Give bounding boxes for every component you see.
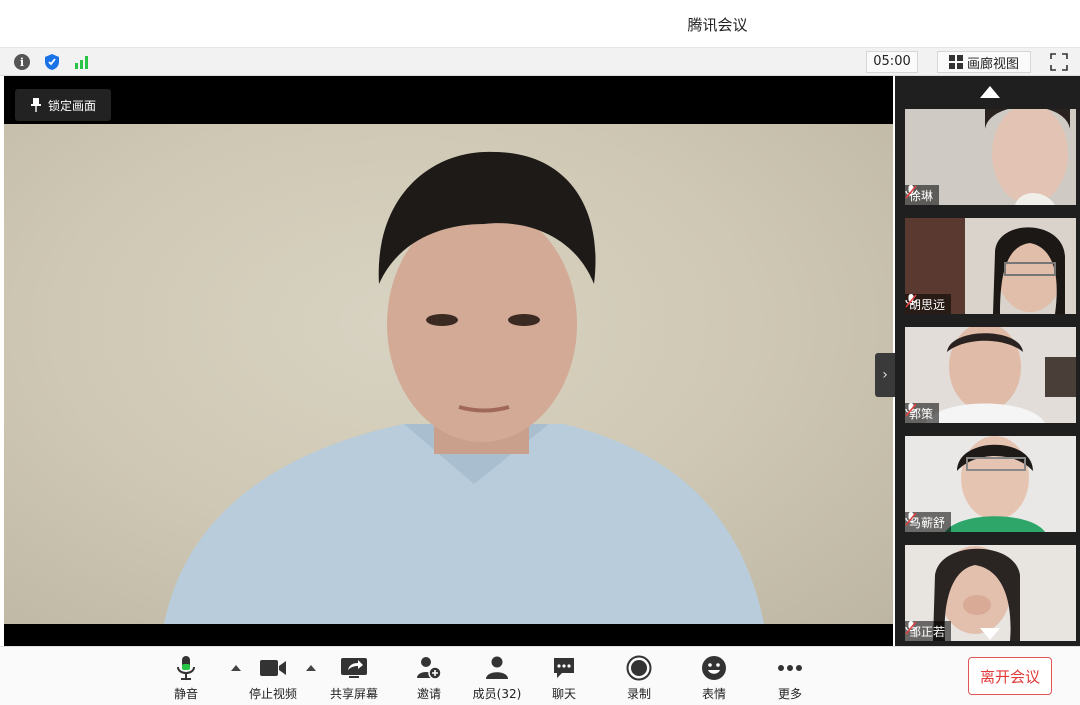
smiley-icon (700, 655, 728, 681)
meeting-timer: 05:00 (866, 51, 918, 73)
mic-muted-icon (905, 512, 917, 526)
chat-label: 聊天 (551, 687, 576, 701)
participant-name-tag: 徐琳 (905, 185, 940, 205)
emoji-button[interactable]: 表情 (679, 655, 749, 703)
chevron-right-icon: › (882, 367, 888, 383)
scroll-down-icon[interactable] (980, 628, 1000, 640)
more-label: 更多 (777, 687, 802, 701)
mute-button[interactable]: 静音 (151, 655, 221, 703)
mute-label: 静音 (173, 687, 198, 701)
active-speaker-video (4, 124, 893, 624)
info-icon[interactable]: i (12, 52, 32, 72)
emoji-label: 表情 (701, 687, 726, 701)
lock-view-button[interactable]: 锁定画面 (15, 89, 111, 121)
participant-name-tag: 邹正若 (905, 621, 952, 641)
participant-sidebar: 徐琳 胡思远 郭策 马蕲舒 邹正若 (895, 76, 1080, 646)
mic-muted-icon (905, 403, 917, 417)
participant-name-tag: 郭策 (905, 403, 940, 423)
share-screen-button[interactable]: 共享屏幕 (319, 655, 389, 703)
collapse-sidebar-button[interactable]: › (875, 353, 895, 397)
gallery-view-label: 画廊视图 (966, 56, 1019, 72)
more-button[interactable]: 更多 (755, 655, 825, 703)
share-screen-label: 共享屏幕 (329, 687, 378, 701)
participant-tile[interactable]: 郭策 (905, 327, 1076, 423)
video-options-caret-icon[interactable] (306, 665, 316, 671)
members-icon (483, 655, 511, 681)
stop-video-label: 停止视频 (248, 687, 297, 701)
scroll-up-icon[interactable] (980, 86, 1000, 98)
shield-icon[interactable] (42, 52, 62, 72)
lock-view-label: 锁定画面 (47, 98, 96, 113)
participant-tile[interactable]: 邹正若 (905, 545, 1076, 641)
speaker-video-image (164, 151, 764, 624)
participant-name-tag: 马蕲舒 (905, 512, 952, 532)
pin-icon (30, 98, 41, 112)
signal-icon[interactable] (72, 52, 92, 72)
leave-meeting-button[interactable]: 离开会议 (968, 657, 1052, 695)
mic-muted-icon (905, 294, 917, 308)
title-bar: 腾讯会议 (0, 0, 1080, 48)
more-dots-icon (776, 655, 804, 681)
members-button[interactable]: 成员(32) (462, 655, 532, 703)
window-title: 腾讯会议 (687, 16, 748, 34)
video-camera-icon (259, 655, 287, 681)
microphone-icon (172, 655, 200, 681)
chat-button[interactable]: 聊天 (529, 655, 599, 703)
record-button[interactable]: 录制 (604, 655, 674, 703)
mic-muted-icon (905, 621, 917, 635)
members-label: 成员(32) (472, 687, 522, 701)
mic-muted-icon (905, 185, 917, 199)
record-label: 录制 (626, 687, 651, 701)
chat-icon (550, 655, 578, 681)
gallery-view-button[interactable]: 画廊视图 (937, 51, 1031, 73)
invite-button[interactable]: 邀请 (394, 655, 464, 703)
stop-video-button[interactable]: 停止视频 (238, 655, 308, 703)
meeting-toolbar: 静音 停止视频 共享屏幕 邀请 成员(32) 聊天 录制 表情 更多 离开会议 (0, 646, 1080, 705)
main-video-area[interactable]: 锁定画面 (4, 76, 893, 646)
fullscreen-icon[interactable] (1050, 53, 1068, 71)
participant-name-tag: 胡思远 (905, 294, 952, 314)
invite-label: 邀请 (416, 687, 441, 701)
add-person-icon (415, 655, 443, 681)
meeting-info-bar: i 05:00 画廊视图 (0, 48, 1080, 76)
record-icon (625, 655, 653, 681)
participant-tile[interactable]: 徐琳 (905, 109, 1076, 205)
share-screen-icon (340, 655, 368, 681)
participant-tile[interactable]: 马蕲舒 (905, 436, 1076, 532)
grid-icon (948, 55, 963, 69)
participant-tile[interactable]: 胡思远 (905, 218, 1076, 314)
